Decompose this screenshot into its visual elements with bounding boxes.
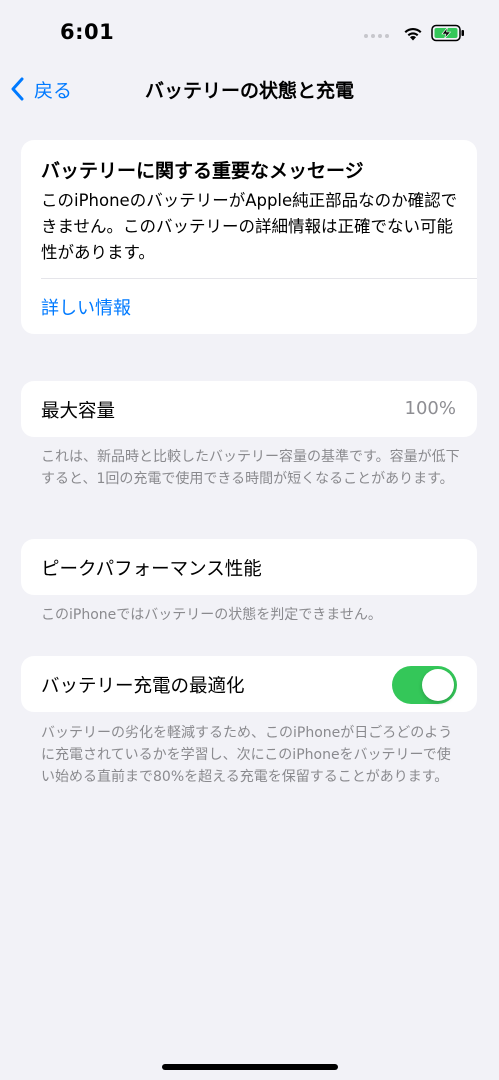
divider xyxy=(41,278,477,279)
max-capacity-label: 最大容量 xyxy=(41,401,116,422)
max-capacity-value: 100% xyxy=(404,398,456,419)
wifi-icon xyxy=(404,27,422,41)
home-indicator[interactable] xyxy=(162,1064,338,1070)
cellular-signal-icon xyxy=(364,34,389,38)
page-title: バッテリーの状態と充電 xyxy=(144,80,354,102)
max-capacity-footnote: これは、新品時と比較したバッテリー容量の基準です。容量が低下すると、1回の充電で… xyxy=(41,449,460,487)
battery-charging-icon xyxy=(431,24,464,42)
status-indicators xyxy=(364,24,465,42)
optimized-charging-row: バッテリー充電の最適化 xyxy=(21,656,477,712)
optimized-charging-footnote: バッテリーの劣化を軽減するため、このiPhoneが日ごろどのように充電されている… xyxy=(41,725,453,785)
peak-performance-label: ピークパフォーマンス性能 xyxy=(41,559,262,580)
more-info-link[interactable]: 詳しい情報 xyxy=(41,294,131,320)
peak-performance-footnote: このiPhoneではバッテリーの状態を判定できません。 xyxy=(41,607,382,623)
max-capacity-row: 最大容量 100% xyxy=(21,381,477,437)
status-bar: 6:01 xyxy=(0,0,499,64)
message-title: バッテリーに関する重要なメッセージ xyxy=(41,160,364,182)
optimized-charging-label: バッテリー充電の最適化 xyxy=(41,676,245,697)
toggle-knob xyxy=(422,669,454,701)
navigation-bar: 戻る バッテリーの状態と充電 xyxy=(0,64,499,116)
message-body: このiPhoneのバッテリーがApple純正部品なのか確認できません。このバッテ… xyxy=(41,191,458,262)
status-time: 6:01 xyxy=(60,20,115,44)
peak-performance-row: ピークパフォーマンス性能 xyxy=(21,539,477,595)
important-message-card: バッテリーに関する重要なメッセージ このiPhoneのバッテリーがApple純正… xyxy=(21,140,477,334)
optimized-charging-toggle[interactable] xyxy=(392,666,457,704)
